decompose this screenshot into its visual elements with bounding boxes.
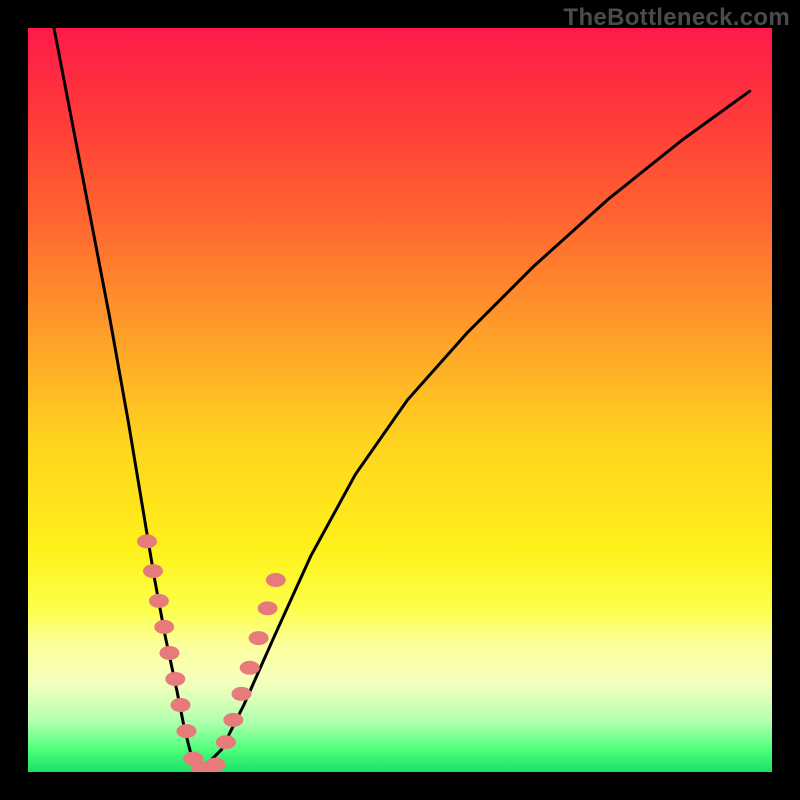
- data-marker: [232, 687, 252, 701]
- data-marker: [206, 758, 226, 772]
- data-marker: [223, 713, 243, 727]
- data-marker: [258, 601, 278, 615]
- gradient-background: [28, 28, 772, 772]
- outer-frame: TheBottleneck.com: [0, 0, 800, 800]
- bottleneck-chart: [28, 28, 772, 772]
- data-marker: [216, 735, 236, 749]
- data-marker: [249, 631, 269, 645]
- plot-area: [28, 28, 772, 772]
- data-marker: [240, 661, 260, 675]
- data-marker: [137, 534, 157, 548]
- data-marker: [159, 646, 179, 660]
- data-marker: [171, 698, 191, 712]
- data-marker: [149, 594, 169, 608]
- watermark-text: TheBottleneck.com: [564, 4, 790, 32]
- data-marker: [143, 564, 163, 578]
- data-marker: [177, 724, 197, 738]
- data-marker: [165, 672, 185, 686]
- data-marker: [266, 573, 286, 587]
- data-marker: [154, 620, 174, 634]
